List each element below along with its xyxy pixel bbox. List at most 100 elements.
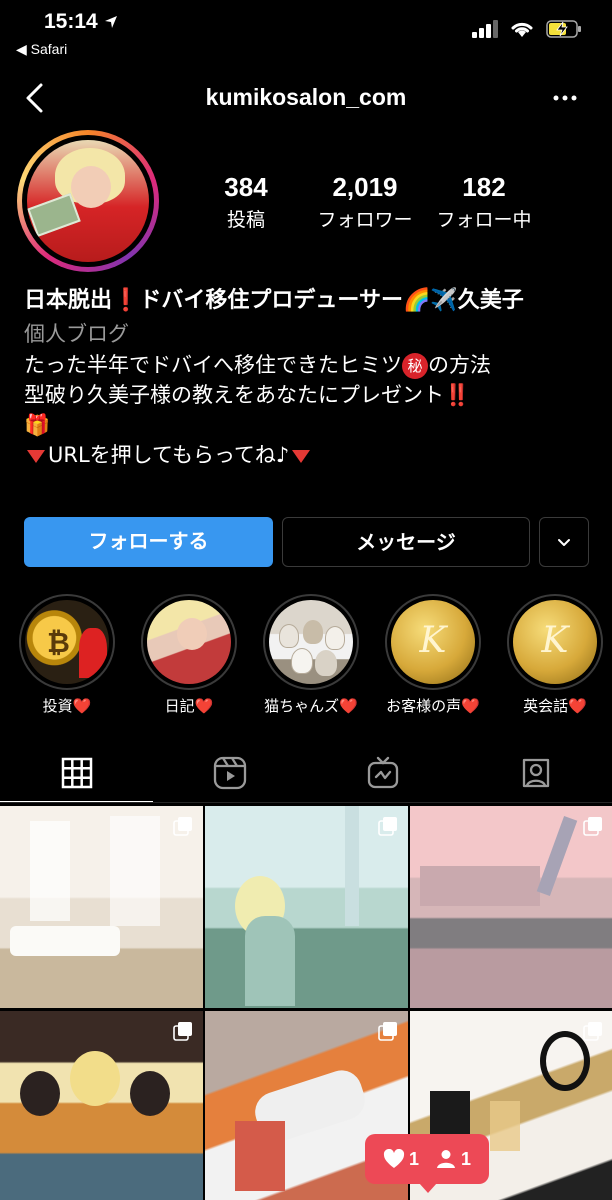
gift-line: 🎁 [24, 410, 594, 440]
gift-icon: 🎁 [24, 413, 51, 437]
signal-icon [472, 20, 498, 38]
post-grid [0, 806, 612, 1200]
double-exclamation-icon: ‼️ [444, 383, 471, 407]
highlight-cats[interactable]: 猫ちゃんズ❤️ [256, 594, 366, 716]
status-bar: 15:14 ◀ Safari [0, 0, 612, 62]
tab-grid[interactable] [0, 744, 153, 802]
profile-tabs [0, 744, 612, 802]
grid-icon [61, 757, 92, 789]
highlight-label: 日記❤️ [164, 697, 214, 715]
battery-charging-icon [546, 20, 581, 38]
post-thumbnail[interactable] [410, 806, 612, 1008]
likes-notification: 1 [383, 1149, 419, 1170]
k-logo: K [419, 620, 447, 661]
activity-notification[interactable]: 1 1 [365, 1134, 489, 1193]
carousel-icon [378, 1022, 397, 1041]
highlight-customer-voices[interactable]: K お客様の声❤️ [378, 594, 488, 716]
k-logo: K [541, 620, 569, 661]
reels-icon [213, 756, 246, 790]
diary-image [147, 600, 231, 684]
igtv-icon [367, 756, 398, 789]
name-part-b: ドバイ移住プロデューサー🌈✈️久美子 [139, 288, 524, 313]
red-triangle-down-icon [27, 449, 45, 463]
post-thumbnail[interactable] [0, 806, 203, 1008]
highlight-label: 英会話❤️ [523, 697, 587, 715]
profile-stats: 384 投稿 2,019 フォロワー 182 フォロー中 [190, 172, 540, 232]
bio-line-1-a: たった半年でドバイへ移住できたヒミツ [24, 353, 402, 377]
tab-reels[interactable] [153, 744, 306, 802]
highlight-ring [141, 594, 237, 690]
avatar [27, 140, 149, 262]
tagged-person-icon [522, 758, 549, 788]
display-name: 日本脱出❗ドバイ移住プロデューサー🌈✈️久美子 [24, 286, 594, 316]
highlight-diary[interactable]: 日記❤️ [134, 594, 244, 716]
bio-line-2-text: 型破り久美子様の教えをあなたにプレゼント [24, 383, 444, 407]
post-thumbnail[interactable] [205, 806, 408, 1008]
story-ring[interactable] [17, 130, 159, 272]
name-part-a: 日本脱出 [24, 288, 113, 313]
wifi-icon [511, 22, 533, 37]
profile-bio: 日本脱出❗ドバイ移住プロデューサー🌈✈️久美子 個人ブログ たった半年でドバイへ… [24, 286, 594, 470]
carousel-icon [583, 817, 602, 836]
bio-line-1-b: の方法 [428, 353, 491, 377]
exclamation-icon: ❗ [112, 288, 140, 313]
avatar-face [71, 166, 111, 208]
status-icons [472, 20, 582, 38]
profile-username: kumikosalon_com [205, 84, 407, 110]
follows-count: 1 [461, 1148, 472, 1169]
bitcoin-image: ₿ [25, 600, 109, 684]
likes-count: 1 [408, 1148, 419, 1169]
avatar-frame [22, 135, 154, 267]
posts-label: 投稿 [226, 209, 265, 231]
gold-logo-image: K [391, 600, 475, 684]
avatar-money [27, 193, 81, 237]
more-options-icon[interactable] [552, 85, 578, 111]
highlight-ring: K [385, 594, 481, 690]
highlight-english[interactable]: K 英会話❤️ [500, 594, 610, 716]
followers-count: 2,019 [332, 172, 398, 202]
bio-line-3-text: URLを押してもらってね♪ [48, 443, 290, 467]
carousel-icon [173, 1022, 192, 1041]
highlight-label: 投資❤️ [42, 697, 92, 715]
carousel-icon [378, 817, 397, 836]
message-button[interactable]: メッセージ [282, 517, 530, 567]
story-highlights: ₿ 投資❤️ 日記❤️ 猫ちゃんズ❤️ K お客様の声❤️ K 英会話❤️ [0, 594, 612, 724]
gold-logo-image: K [513, 600, 597, 684]
highlight-label: お客様の声❤️ [386, 697, 480, 715]
follow-button[interactable]: フォローする [24, 517, 273, 567]
profile-nav-bar: kumikosalon_com [0, 70, 612, 126]
follows-notification: 1 [435, 1149, 471, 1170]
highlight-investment[interactable]: ₿ 投資❤️ [12, 594, 122, 716]
red-triangle-down-icon [292, 449, 311, 463]
suggested-accounts-button[interactable] [539, 517, 589, 567]
tab-tagged[interactable] [459, 744, 612, 802]
stat-followers[interactable]: 2,019 フォロワー [309, 172, 421, 232]
highlight-ring: K [507, 594, 603, 690]
back-to-safari[interactable]: ◀ Safari [16, 41, 67, 58]
secret-icon: 秘 [402, 353, 428, 379]
highlight-label: 猫ちゃんズ❤️ [264, 697, 358, 715]
status-time: 15:14 [44, 10, 118, 34]
post-thumbnail[interactable] [0, 1011, 203, 1200]
carousel-icon [173, 817, 192, 836]
bio-line-1: たった半年でドバイへ移住できたヒミツ秘の方法 [24, 350, 594, 380]
tab-igtv[interactable] [306, 744, 459, 802]
stat-following[interactable]: 182 フォロー中 [428, 172, 540, 232]
cats-image [269, 600, 353, 684]
following-label: フォロー中 [436, 209, 532, 231]
highlight-ring [263, 594, 359, 690]
time-text: 15:14 [44, 10, 98, 33]
posts-count: 384 [224, 172, 268, 202]
person-icon [437, 1150, 455, 1168]
highlight-ring: ₿ [19, 594, 115, 690]
location-arrow-icon [104, 16, 117, 29]
following-count: 182 [462, 172, 506, 202]
stat-posts[interactable]: 384 投稿 [190, 172, 302, 232]
bio-line-3: URLを押してもらってね♪ [24, 440, 594, 470]
carousel-icon [583, 1022, 602, 1041]
chevron-down-icon [558, 539, 570, 546]
profile-category: 個人ブログ [24, 322, 129, 346]
heart-icon [383, 1149, 405, 1168]
tabs-divider [0, 802, 612, 803]
followers-label: フォロワー [317, 209, 413, 231]
